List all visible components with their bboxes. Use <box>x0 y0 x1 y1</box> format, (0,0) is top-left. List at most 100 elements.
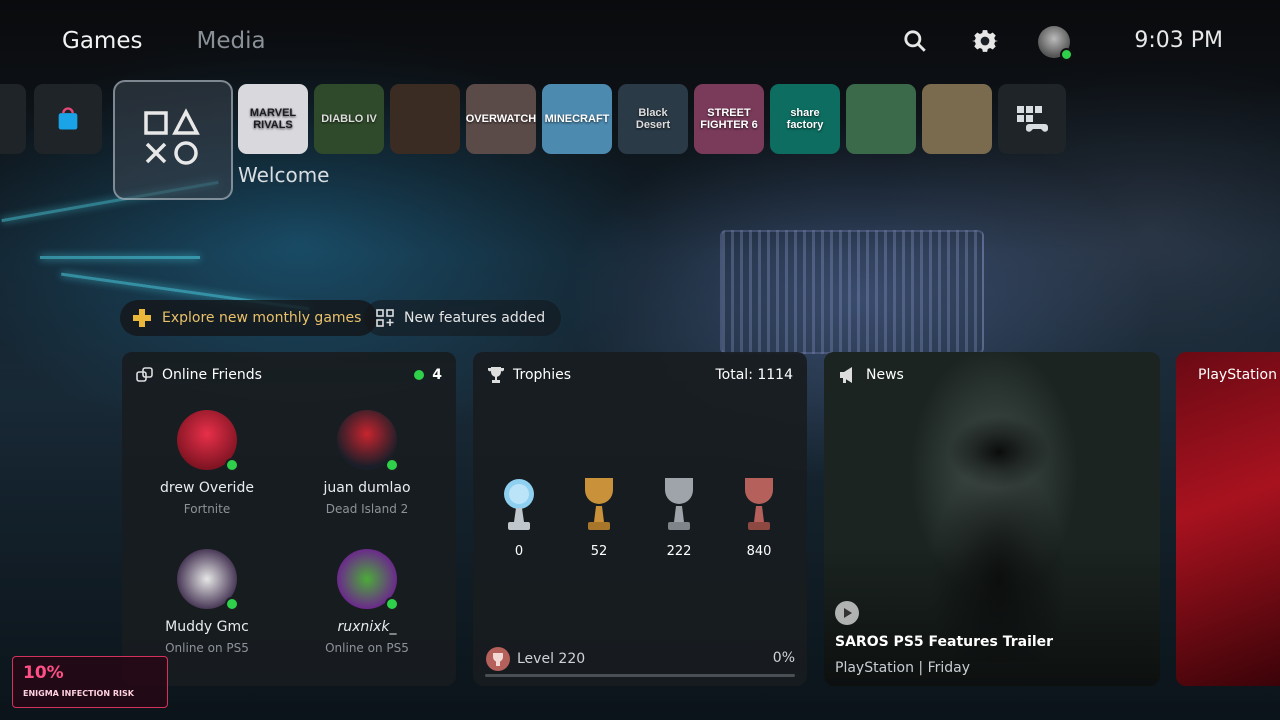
friend-avatar <box>177 549 239 611</box>
friend-name: juan dumlao <box>323 480 411 496</box>
playstation-store-card[interactable]: PlayStation Store <box>1176 352 1280 686</box>
risk-percent: 10% <box>23 663 64 683</box>
online-dot <box>225 458 239 472</box>
gold-trophy-icon <box>585 478 613 530</box>
top-right-bar: 9:03 PM <box>900 24 1230 61</box>
trophy-bronze: 840 <box>729 476 789 559</box>
store-bag-icon <box>58 107 78 130</box>
online-friends-card[interactable]: Online Friends 4 drew Overide Fortnite j… <box>122 352 456 686</box>
online-dot <box>385 597 399 611</box>
level-progress-percent: 0% <box>772 650 795 666</box>
trophy-platinum: 0 <box>489 476 549 559</box>
news-card[interactable]: News SAROS PS5 Features Trailer PlayStat… <box>824 352 1160 686</box>
online-dot <box>385 458 399 472</box>
trophy-silver: 222 <box>649 476 709 559</box>
bronze-trophy-icon <box>745 478 773 530</box>
pill-label: New features added <box>404 310 546 326</box>
game-library-tile[interactable] <box>998 84 1066 154</box>
friend-avatar <box>337 549 399 611</box>
trophy-icon <box>488 367 504 383</box>
level-label: Level 220 <box>517 651 586 667</box>
friend-name: ruxnixk_ <box>337 619 397 635</box>
silver-trophy-icon <box>665 478 693 530</box>
friend-item[interactable]: drew Overide Fortnite <box>132 410 282 516</box>
pill-label: Explore new monthly games <box>162 310 362 326</box>
trophy-count: 840 <box>746 544 772 559</box>
welcome-label: Welcome <box>238 163 330 187</box>
friend-name: Muddy Gmc <box>165 619 249 635</box>
features-icon <box>376 309 394 327</box>
friend-avatar <box>337 410 399 472</box>
risk-label: ENIGMA INFECTION RISK <box>23 689 134 698</box>
game-tile[interactable] <box>390 84 460 154</box>
explore-monthly-games-pill[interactable]: Explore new monthly games <box>120 300 378 336</box>
friends-count: 4 <box>432 367 442 383</box>
trophy-level: Level 220 <box>485 646 585 672</box>
card-header: PlayStation Store <box>1190 366 1280 384</box>
game-tile[interactable]: Black Desert <box>618 84 688 154</box>
game-tile[interactable]: MINECRAFT <box>542 84 612 154</box>
friend-avatar <box>177 410 239 472</box>
friends-count-wrap: 4 <box>414 367 442 383</box>
tab-games[interactable]: Games <box>62 28 142 54</box>
trophy-count: 222 <box>666 544 692 559</box>
game-tile-label: STREET FIGHTER 6 <box>700 107 758 131</box>
friend-item[interactable]: ruxnixk_ Online on PS5 <box>292 549 442 655</box>
online-dot <box>225 597 239 611</box>
card-title: Trophies <box>513 367 572 383</box>
game-tile-label: OVERWATCH <box>466 113 536 125</box>
trophy-count: 52 <box>590 544 608 559</box>
game-tile[interactable]: share factory <box>770 84 840 154</box>
trophies-card[interactable]: Trophies Total: 1114 0 52 222 840 Level … <box>473 352 807 686</box>
news-meta: PlayStation | Friday <box>835 660 971 676</box>
megaphone-icon <box>840 367 852 383</box>
online-dot <box>414 370 425 380</box>
platinum-trophy-icon <box>504 479 534 530</box>
playstation-shapes-icon <box>144 108 200 165</box>
card-header: News <box>838 366 1146 384</box>
game-tile[interactable]: STREET FIGHTER 6 <box>694 84 764 154</box>
friend-activity: Fortnite <box>183 502 231 516</box>
game-tile[interactable] <box>922 84 992 154</box>
ps-plus-icon <box>133 309 151 327</box>
friends-icon <box>136 367 153 382</box>
trophy-gold: 52 <box>569 476 629 559</box>
top-nav: Games Media <box>62 28 266 54</box>
online-status-dot <box>1060 48 1073 61</box>
friend-item[interactable]: Muddy Gmc Online on PS5 <box>132 549 282 655</box>
infection-risk-widget: 10% ENIGMA INFECTION RISK <box>12 656 168 708</box>
game-tile[interactable] <box>846 84 916 154</box>
card-header: Trophies Total: 1114 <box>487 366 793 384</box>
card-title: Online Friends <box>162 367 262 383</box>
gear-icon[interactable] <box>972 28 998 54</box>
friend-item[interactable]: juan dumlao Dead Island 2 <box>292 410 442 516</box>
trophy-count: 0 <box>514 544 524 559</box>
tile-partial-left[interactable] <box>0 84 26 154</box>
game-library-icon <box>1017 106 1048 132</box>
news-headline: SAROS PS5 Features Trailer <box>835 634 1054 650</box>
profile-avatar[interactable] <box>1038 26 1073 61</box>
card-title: News <box>866 367 904 383</box>
friend-name: drew Overide <box>160 480 254 496</box>
game-tile[interactable]: DIABLO IV <box>314 84 384 154</box>
level-badge-icon <box>486 647 510 671</box>
search-icon[interactable] <box>902 28 928 54</box>
game-tile-label: MARVEL RIVALS <box>249 107 297 131</box>
clock: 9:03 PM <box>1134 28 1223 53</box>
new-features-pill[interactable]: New features added <box>364 300 562 336</box>
tile-playstation-store[interactable] <box>34 84 102 154</box>
play-icon[interactable] <box>834 600 860 626</box>
card-header: Online Friends 4 <box>136 366 442 384</box>
friend-activity: Online on PS5 <box>165 641 249 655</box>
tab-media[interactable]: Media <box>196 28 265 54</box>
game-tile-label: MINECRAFT <box>544 113 610 125</box>
ps-home-tile[interactable] <box>113 80 233 200</box>
level-progress-bar <box>485 674 795 677</box>
friend-activity: Dead Island 2 <box>325 502 409 516</box>
game-tile[interactable]: OVERWATCH <box>466 84 536 154</box>
game-tile[interactable]: MARVEL RIVALS <box>238 84 308 154</box>
game-tile-label: DIABLO IV <box>321 113 377 125</box>
game-tile-label: Black Desert <box>635 107 671 131</box>
game-tile-label: share factory <box>786 107 824 131</box>
trophies-total: Total: 1114 <box>715 367 794 383</box>
